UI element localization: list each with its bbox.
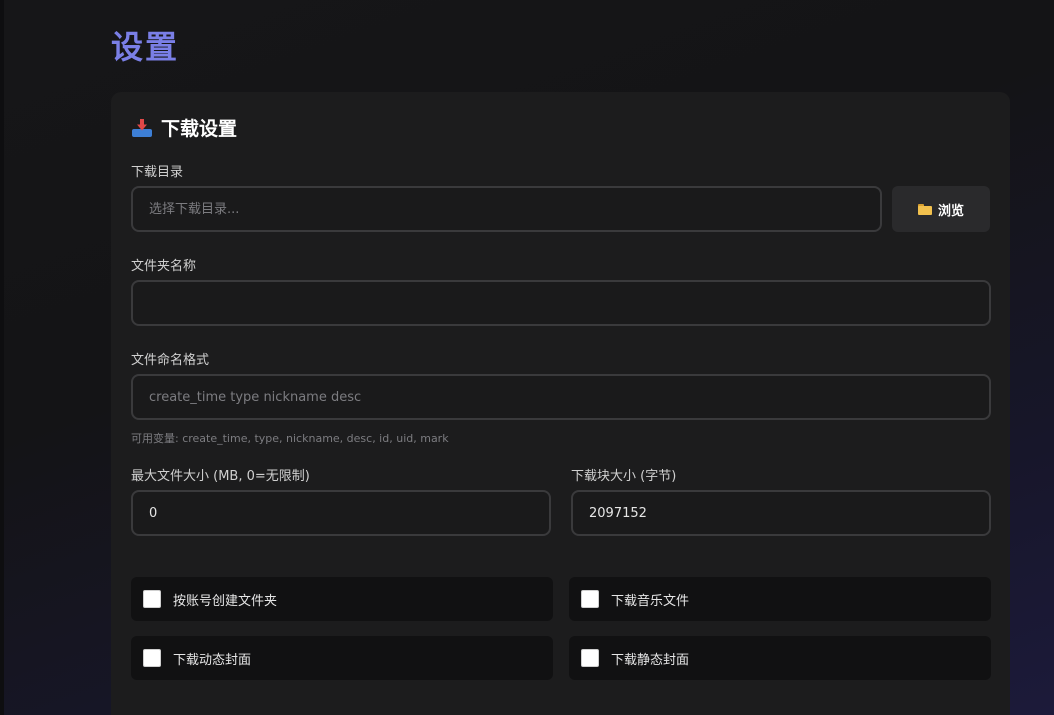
checkbox[interactable] [581,590,599,608]
checkbox[interactable] [143,649,161,667]
section-title: 下载设置 [161,118,238,140]
checkbox[interactable] [581,649,599,667]
download-settings-card: 下载设置 下载目录 浏览 文件夹名称 文件命名格式 可用变量: create_t… [111,92,1010,715]
download-tray-icon [131,117,153,139]
option-label: 下载静态封面 [611,652,690,668]
folder-name-input[interactable] [131,280,991,326]
browse-button[interactable]: 浏览 [892,186,990,232]
folder-icon [917,203,932,215]
option-create-account-folder[interactable]: 按账号创建文件夹 [131,577,553,621]
naming-format-label: 文件命名格式 [131,353,210,368]
option-download-music[interactable]: 下载音乐文件 [569,577,991,621]
window-left-edge [0,0,4,715]
option-label: 下载动态封面 [173,652,252,668]
option-label: 按账号创建文件夹 [173,593,278,609]
max-file-size-input[interactable] [131,490,551,536]
max-file-size-label: 最大文件大小 (MB, 0=无限制) [131,469,310,484]
browse-button-label: 浏览 [937,203,964,219]
download-dir-input[interactable] [131,186,882,232]
naming-format-input[interactable] [131,374,991,420]
chunk-size-label: 下载块大小 (字节) [571,469,677,484]
page-title: 设置 [111,28,180,66]
download-dir-label: 下载目录 [131,165,184,180]
section-header: 下载设置 [131,114,237,141]
chunk-size-input[interactable] [571,490,991,536]
folder-name-label: 文件夹名称 [131,259,197,274]
option-download-dynamic-cover[interactable]: 下载动态封面 [131,636,553,680]
option-label: 下载音乐文件 [611,593,690,609]
checkbox[interactable] [143,590,161,608]
naming-format-hint: 可用变量: create_time, type, nickname, desc,… [131,432,449,445]
option-download-static-cover[interactable]: 下载静态封面 [569,636,991,680]
